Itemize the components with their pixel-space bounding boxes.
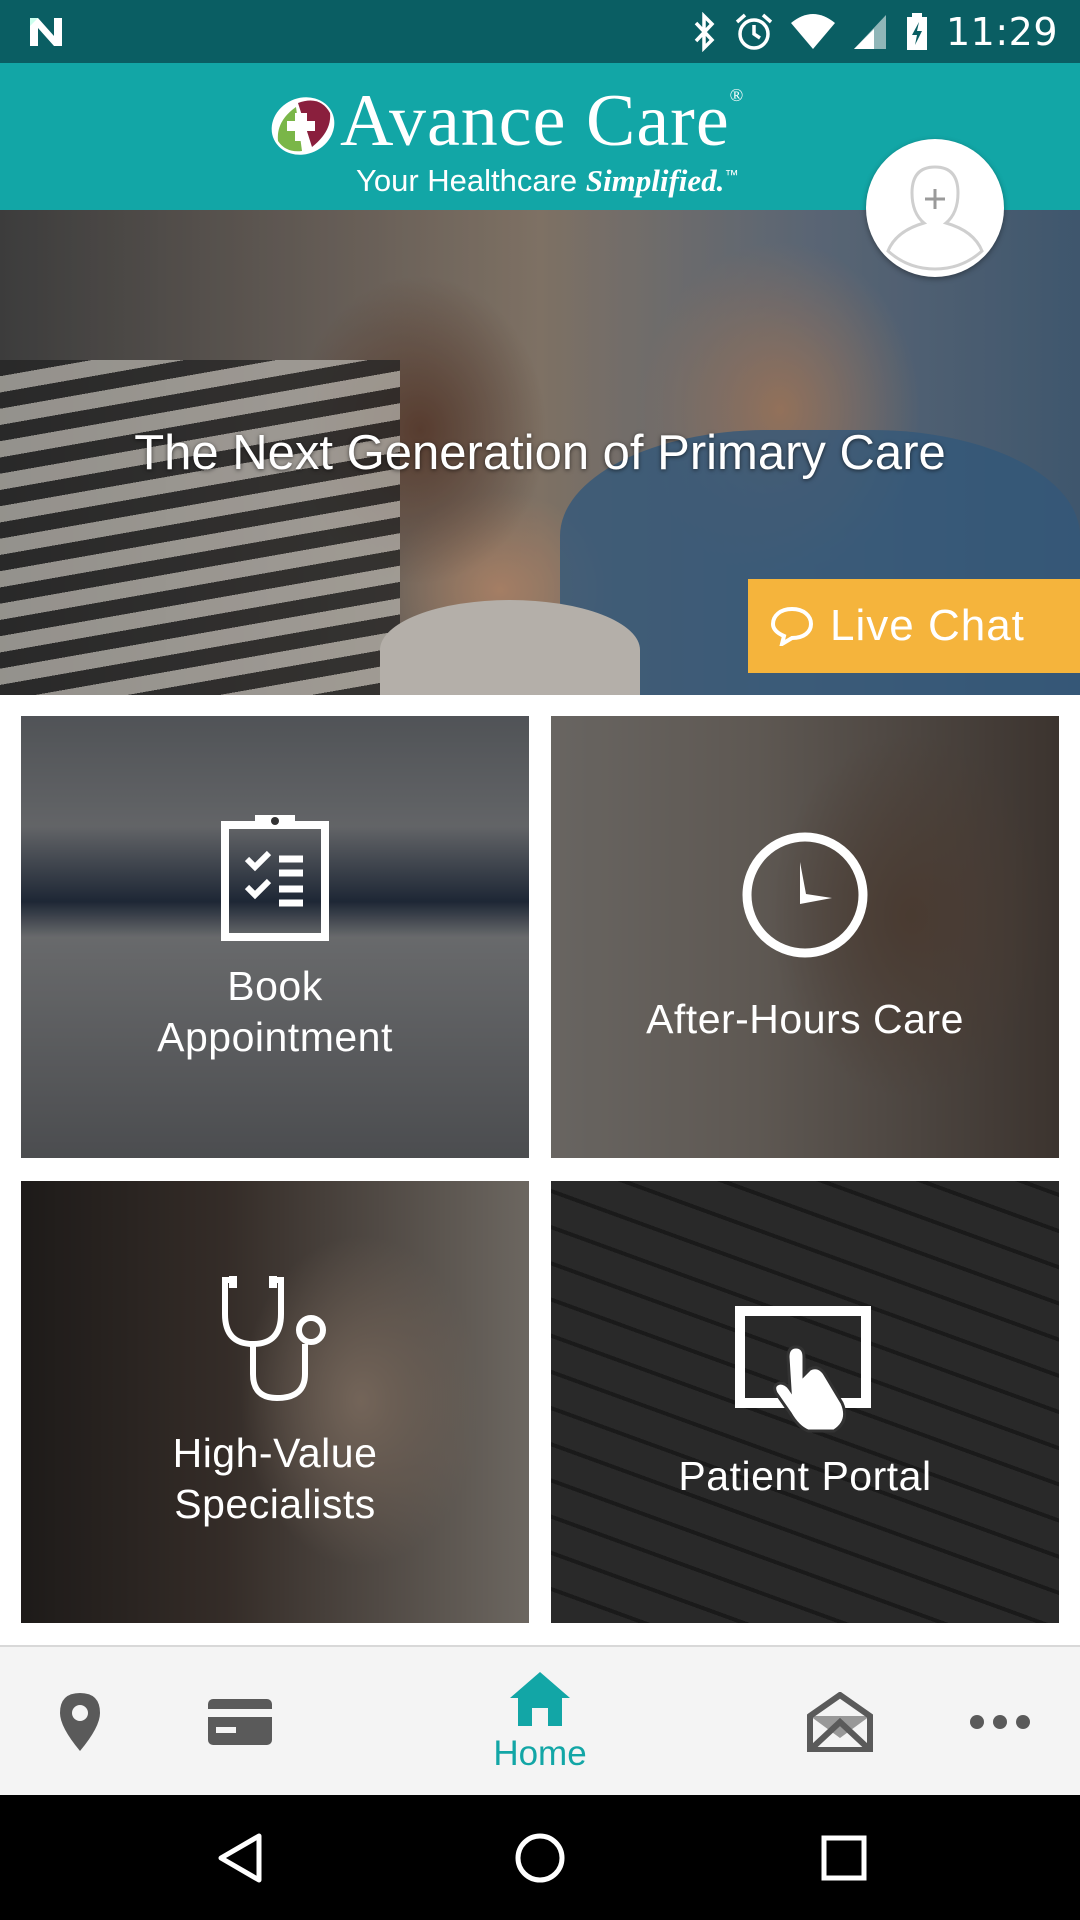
- system-navigation-bar: [0, 1795, 1080, 1920]
- clock-icon: [742, 832, 868, 957]
- nav-home-label: Home: [493, 1734, 587, 1773]
- nav-payments[interactable]: [200, 1647, 280, 1797]
- hero-title: The Next Generation of Primary Care: [134, 426, 946, 480]
- bluetooth-icon: [694, 11, 715, 52]
- add-profile-icon: [871, 144, 999, 272]
- wifi-icon: [790, 13, 835, 49]
- logo-cross-icon: [271, 97, 335, 155]
- more-dots-icon: [970, 1715, 1030, 1729]
- patient-portal-tile[interactable]: Patient Portal: [551, 1181, 1059, 1623]
- live-chat-label: Live Chat: [830, 601, 1025, 650]
- system-back-button[interactable]: [200, 1795, 280, 1920]
- mail-open-icon: [807, 1692, 873, 1752]
- location-pin-icon: [60, 1693, 100, 1751]
- book-appointment-label: Book Appointment: [157, 963, 393, 1060]
- notification-n-icon: [30, 18, 62, 46]
- clipboard-checklist-icon: [221, 815, 329, 941]
- recents-square-icon: [821, 1835, 867, 1880]
- nav-locations[interactable]: [40, 1647, 120, 1797]
- signal-icon: [853, 14, 886, 49]
- home-circle-icon: [515, 1833, 565, 1882]
- battery-charging-icon: [906, 12, 927, 50]
- brand-tagline: Your Healthcare Simplified.™: [356, 163, 739, 198]
- book-appointment-tile[interactable]: Book Appointment: [21, 716, 529, 1158]
- chat-bubble-icon: [770, 606, 814, 646]
- tablet-touch-icon: [735, 1305, 871, 1432]
- back-triangle-icon: [218, 1833, 262, 1882]
- nav-messages[interactable]: [800, 1647, 880, 1797]
- high-value-specialists-label: High-Value Specialists: [172, 1430, 378, 1527]
- system-home-button[interactable]: [500, 1795, 580, 1920]
- after-hours-care-label: After-Hours Care: [646, 995, 964, 1042]
- nav-home[interactable]: Home: [470, 1647, 610, 1797]
- home-icon: [510, 1672, 570, 1726]
- alarm-icon: [735, 13, 773, 50]
- profile-avatar-button[interactable]: [866, 139, 1004, 277]
- bottom-navigation: Home: [0, 1645, 1080, 1795]
- status-bar: 11:29: [0, 0, 1080, 63]
- brand-name: Avance Care®: [340, 80, 745, 162]
- nav-more[interactable]: [960, 1647, 1040, 1797]
- status-time: 11:29: [945, 9, 1058, 54]
- high-value-specialists-tile[interactable]: High-Value Specialists: [21, 1181, 529, 1623]
- credit-card-icon: [208, 1699, 272, 1745]
- avance-care-logo: Avance Care® Your Healthcare Simplified.…: [268, 79, 788, 198]
- stethoscope-icon: [222, 1276, 326, 1402]
- patient-portal-label: Patient Portal: [678, 1452, 932, 1499]
- after-hours-care-tile[interactable]: After-Hours Care: [551, 716, 1059, 1158]
- live-chat-button[interactable]: Live Chat: [748, 579, 1080, 673]
- system-recents-button[interactable]: [804, 1795, 884, 1920]
